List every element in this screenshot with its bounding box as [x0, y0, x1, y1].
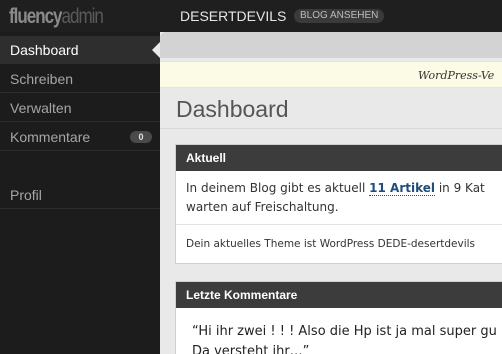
title-divider [160, 128, 502, 129]
aktuell-separator [176, 224, 502, 225]
blog-name: DESERTDEVILS [180, 8, 287, 24]
top-bar: fluencyadmin DESERTDEVILS BLOG ANSEHEN [0, 0, 502, 32]
sidebar-item-verwalten[interactable]: Verwalten [0, 94, 160, 122]
stats-prefix: In deinem Blog gibt es aktuell [186, 181, 366, 195]
logo-text-main: fluency [9, 4, 63, 28]
sidebar: Dashboard Schreiben Verwalten Kommentare… [0, 32, 160, 354]
aktuell-box-title[interactable]: Aktuell [176, 145, 502, 171]
sidebar-item-kommentare[interactable]: Kommentare 0 [0, 123, 160, 151]
comment-count-badge: 0 [130, 131, 152, 143]
theme-info: Dein aktuelles Theme ist WordPress DEDE-… [186, 238, 476, 250]
page-title: Dashboard [176, 96, 289, 122]
sidebar-item-label: Verwalten [10, 100, 72, 116]
comments-box: Letzte Kommentare “Hi ihr zwei ! ! ! Als… [175, 281, 502, 354]
sidebar-item-label: Kommentare [10, 129, 91, 145]
sidebar-item-label: Profil [10, 187, 42, 203]
articles-link[interactable]: 11 Artikel [369, 181, 435, 196]
sidebar-item-label: Dashboard [10, 42, 79, 58]
update-notice-text[interactable]: WordPress-Ve [418, 69, 494, 82]
comment-excerpt-line1[interactable]: “Hi ihr zwei ! ! ! Also die Hp ist ja ma… [192, 324, 497, 339]
aktuell-box: Aktuell In deinem Blog gibt es aktuell 1… [175, 144, 502, 264]
comment-excerpt-line2[interactable]: Da versteht ihr…” [192, 344, 309, 354]
comments-box-title[interactable]: Letzte Kommentare [176, 282, 502, 308]
logo-text-accent: admin [61, 4, 104, 28]
view-blog-button[interactable]: BLOG ANSEHEN [294, 9, 385, 23]
stats-suffix: in 9 Kat [438, 181, 485, 195]
sidebar-item-schreiben[interactable]: Schreiben [0, 65, 160, 93]
sidebar-item-dashboard[interactable]: Dashboard [0, 36, 160, 64]
aktuell-stats-line: In deinem Blog gibt es aktuell 11 Artike… [186, 181, 485, 196]
aktuell-pending-line: warten auf Freischaltung. [186, 200, 339, 214]
sidebar-item-label: Schreiben [10, 71, 74, 87]
main-top-strip [160, 32, 502, 58]
update-notice: WordPress-Ve [160, 61, 502, 88]
sidebar-item-profil[interactable]: Profil [0, 181, 160, 209]
main-content: WordPress-Ve Dashboard Aktuell In deinem… [160, 32, 502, 354]
